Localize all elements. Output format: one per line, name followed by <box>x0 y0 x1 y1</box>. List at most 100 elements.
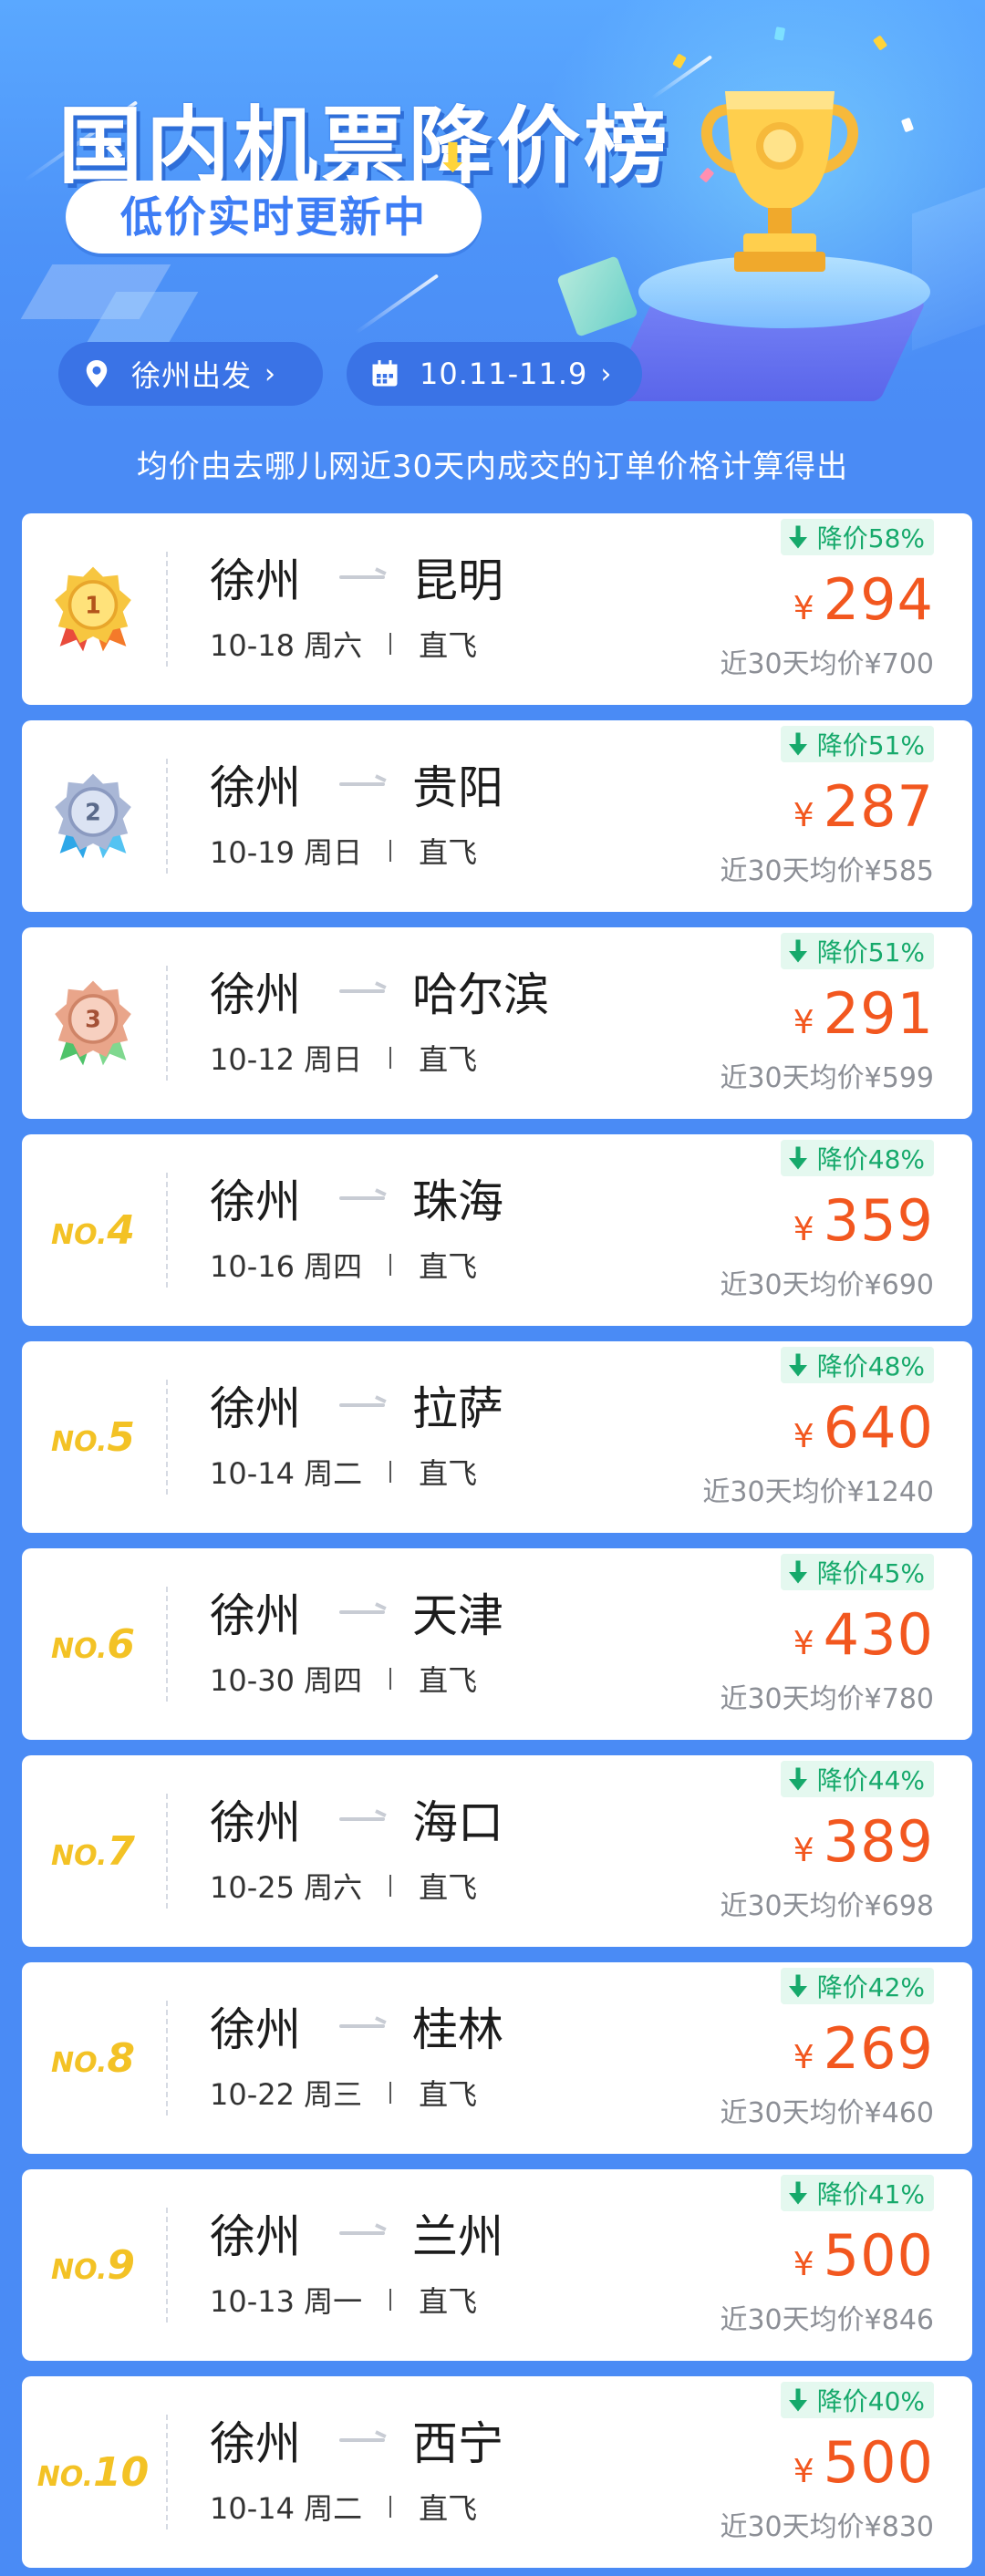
rank-badge: NO. 4 <box>51 1207 135 1254</box>
flight-meta: 10-25 周六 直飞 <box>210 1867 477 1905</box>
destination-city: 兰州 <box>412 2210 503 2263</box>
separator <box>389 1668 392 1690</box>
flight-card[interactable]: 1 徐州 昆明 10-18 周六 直飞 降价58% ¥ 294 近30天均价¥7… <box>22 513 972 705</box>
flight-card[interactable]: 3 徐州 哈尔滨 10-12 周日 直飞 降价51% ¥ 291 近30天均价¥… <box>22 927 972 1119</box>
origin-city: 徐州 <box>210 2417 301 2470</box>
dashed-divider <box>166 552 168 667</box>
arrow-down-icon <box>788 939 807 963</box>
flight-meta: 10-14 周二 直飞 <box>210 1453 477 1491</box>
route-arrow-icon <box>339 782 385 786</box>
route: 徐州 哈尔滨 <box>210 962 549 1021</box>
rank-number: 7 <box>107 1827 135 1875</box>
flight-date: 10-30 周四 <box>210 1663 363 1698</box>
separator <box>389 1254 392 1276</box>
price-drop-badge: 降价48% <box>780 1140 934 1176</box>
flight-card[interactable]: NO. 9 徐州 兰州 10-13 周一 直飞 降价41% ¥ 500 近30天均… <box>22 2169 972 2361</box>
rank-prefix: NO. <box>51 1425 108 1458</box>
current-price: ¥ 294 <box>793 566 934 639</box>
price-drop-badge: 降价40% <box>780 2382 934 2418</box>
separator <box>389 2289 392 2311</box>
route: 徐州 海口 <box>210 1790 503 1849</box>
flight-type: 直飞 <box>419 2077 478 2112</box>
flight-card[interactable]: NO. 5 徐州 拉萨 10-14 周二 直飞 降价48% ¥ 640 近30天均… <box>22 1341 972 1533</box>
flight-card[interactable]: NO. 8 徐州 桂林 10-22 周三 直飞 降价42% ¥ 269 近30天均… <box>22 1962 972 2154</box>
trophy-icon <box>701 91 858 272</box>
departure-city-selector[interactable]: 徐州出发 › <box>58 342 323 406</box>
current-price: ¥ 389 <box>793 1808 934 1881</box>
separator <box>389 2082 392 2104</box>
flight-card[interactable]: NO. 6 徐州 天津 10-30 周四 直飞 降价45% ¥ 430 近30天均… <box>22 1548 972 1740</box>
route: 徐州 西宁 <box>210 2411 503 2470</box>
separator <box>389 840 392 862</box>
route: 徐州 兰州 <box>210 2204 503 2263</box>
current-price: ¥ 287 <box>793 773 934 846</box>
destination-city: 哈尔滨 <box>412 968 549 1021</box>
price-value: 500 <box>823 2429 934 2496</box>
price-drop-badge: 降价45% <box>780 1554 934 1590</box>
flight-card[interactable]: 2 徐州 贵阳 10-19 周日 直飞 降价51% ¥ 287 近30天均价¥5… <box>22 720 972 912</box>
price-drop-percent: 降价51% <box>816 937 925 967</box>
price-value: 500 <box>823 2222 934 2289</box>
dashed-divider <box>166 2208 168 2323</box>
flight-meta: 10-12 周日 直飞 <box>210 1039 477 1077</box>
currency-symbol: ¥ <box>793 1625 814 1662</box>
dashed-divider <box>166 1794 168 1909</box>
rank-indicator: NO. 6 <box>22 1548 164 1740</box>
subtitle-badge: 低价实时更新中 <box>66 181 482 253</box>
average-price: 近30天均价¥585 <box>720 855 934 887</box>
flight-card[interactable]: NO. 4 徐州 珠海 10-16 周四 直飞 降价48% ¥ 359 近30天均… <box>22 1134 972 1326</box>
flight-type: 直飞 <box>419 1456 478 1491</box>
average-price: 近30天均价¥599 <box>720 1062 934 1094</box>
price-drop-badge: 降价48% <box>780 1347 934 1383</box>
origin-city: 徐州 <box>210 1175 301 1228</box>
rank-prefix: NO. <box>36 2460 94 2493</box>
flight-type: 直飞 <box>419 2284 478 2319</box>
average-price: 近30天均价¥700 <box>720 648 934 680</box>
route-arrow-icon <box>339 2231 385 2235</box>
origin-city: 徐州 <box>210 968 301 1021</box>
rank-prefix: NO. <box>51 2046 108 2079</box>
origin-city: 徐州 <box>210 761 301 814</box>
flight-card[interactable]: NO. 7 徐州 海口 10-25 周六 直飞 降价44% ¥ 389 近30天均… <box>22 1755 972 1947</box>
rank-indicator: NO. 5 <box>22 1341 164 1533</box>
separator <box>389 1047 392 1069</box>
route: 徐州 拉萨 <box>210 1376 503 1435</box>
location-pin-icon <box>86 360 108 388</box>
price-value: 389 <box>823 1808 934 1875</box>
flight-date: 10-16 周四 <box>210 1249 363 1284</box>
route-arrow-icon <box>339 1817 385 1821</box>
route: 徐州 昆明 <box>210 548 503 607</box>
date-range-label: 10.11-11.9 <box>420 357 588 391</box>
date-range-selector[interactable]: 10.11-11.9 › <box>347 342 642 406</box>
rank-prefix: NO. <box>51 1632 108 1665</box>
price-drop-percent: 降价44% <box>816 1765 925 1795</box>
rank-number: 2 <box>85 800 101 827</box>
light-streak <box>354 274 440 335</box>
rank-number: 6 <box>107 1620 135 1668</box>
route-arrow-icon <box>339 1610 385 1614</box>
flight-meta: 10-18 周六 直飞 <box>210 625 477 663</box>
arrow-down-icon <box>788 525 807 549</box>
flight-ranking-list: 1 徐州 昆明 10-18 周六 直飞 降价58% ¥ 294 近30天均价¥7… <box>22 513 972 2576</box>
price-drop-percent: 降价48% <box>816 1144 925 1174</box>
header-banner: 国内机票降价榜 ⬇ 低价实时更新中 徐州出发 › 10.11-11.9 › <box>0 0 985 429</box>
rank-indicator: 1 <box>22 513 164 705</box>
currency-symbol: ¥ <box>793 1832 814 1869</box>
current-price: ¥ 430 <box>793 1601 934 1674</box>
arrow-down-icon <box>788 1353 807 1377</box>
rank-number: 3 <box>85 1007 101 1034</box>
origin-city: 徐州 <box>210 554 301 607</box>
flight-meta: 10-19 周日 直飞 <box>210 832 477 870</box>
price-drop-percent: 降价45% <box>816 1558 925 1588</box>
flight-type: 直飞 <box>419 1042 478 1077</box>
rank-indicator: NO. 4 <box>22 1134 164 1326</box>
currency-symbol: ¥ <box>793 590 814 627</box>
rank-indicator: NO. 9 <box>22 2169 164 2361</box>
flight-card[interactable]: NO. 10 徐州 西宁 10-14 周二 直飞 降价40% ¥ 500 近30天… <box>22 2376 972 2568</box>
arrow-down-icon <box>788 732 807 756</box>
price-value: 640 <box>823 1394 934 1461</box>
arrow-down-icon <box>788 1560 807 1584</box>
rank-indicator: 2 <box>22 720 164 912</box>
currency-symbol: ¥ <box>793 797 814 834</box>
route-arrow-icon <box>339 2438 385 2442</box>
